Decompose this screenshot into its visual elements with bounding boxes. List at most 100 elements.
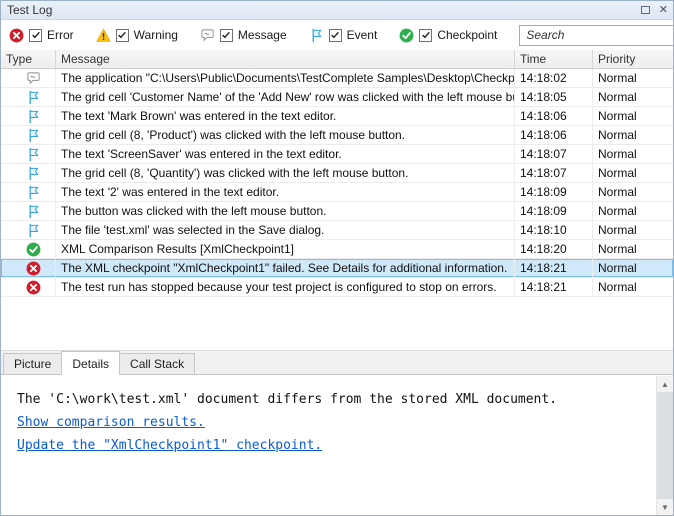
row-priority-cell: Normal — [593, 240, 673, 258]
row-priority-cell: Normal — [593, 278, 673, 296]
row-type-cell — [1, 259, 56, 277]
row-priority-cell: Normal — [593, 107, 673, 125]
table-empty-area — [1, 297, 673, 350]
search-box — [519, 25, 674, 46]
log-row[interactable]: The text 'ScreenSaver' was entered in th… — [1, 145, 673, 164]
log-row[interactable]: The XML checkpoint "XmlCheckpoint1" fail… — [1, 259, 673, 278]
row-type-cell — [1, 221, 56, 239]
row-type-cell — [1, 145, 56, 163]
log-row[interactable]: The test run has stopped because your te… — [1, 278, 673, 297]
row-priority-cell: Normal — [593, 259, 673, 277]
row-message-cell: The application "C:\Users\Public\Documen… — [56, 69, 515, 87]
checkpoint-icon — [26, 242, 41, 257]
scroll-down-icon[interactable]: ▼ — [657, 499, 673, 515]
row-message-cell: The test run has stopped because your te… — [56, 278, 515, 296]
error-icon — [26, 261, 41, 276]
filter-event-label: Event — [347, 28, 378, 42]
row-priority-cell: Normal — [593, 126, 673, 144]
checkpoint-icon — [399, 28, 414, 43]
row-time-cell: 14:18:09 — [515, 183, 593, 201]
log-row[interactable]: The text 'Mark Brown' was entered in the… — [1, 107, 673, 126]
row-message-cell: The text 'ScreenSaver' was entered in th… — [56, 145, 515, 163]
column-header-message[interactable]: Message — [56, 50, 515, 68]
error-icon — [26, 280, 41, 295]
event-checkbox[interactable] — [329, 29, 342, 42]
log-row[interactable]: The grid cell (8, 'Product') was clicked… — [1, 126, 673, 145]
test-log-window: Test Log ✕ Error Warning — [0, 0, 674, 516]
row-type-cell — [1, 183, 56, 201]
float-window-icon[interactable] — [641, 6, 650, 14]
show-comparison-results-link[interactable]: Show comparison results. — [17, 411, 643, 434]
event-icon — [26, 204, 41, 219]
log-row[interactable]: XML Comparison Results [XmlCheckpoint1] … — [1, 240, 673, 259]
log-row[interactable]: The button was clicked with the left mou… — [1, 202, 673, 221]
row-type-cell — [1, 164, 56, 182]
tab-call-stack[interactable]: Call Stack — [119, 353, 195, 374]
event-icon — [26, 128, 41, 143]
log-table-header: Type Message Time Priority — [1, 50, 673, 69]
column-header-type[interactable]: Type — [1, 50, 56, 68]
log-row[interactable]: The application "C:\Users\Public\Documen… — [1, 69, 673, 88]
warning-checkbox[interactable] — [116, 29, 129, 42]
row-time-cell: 14:18:20 — [515, 240, 593, 258]
event-icon — [26, 90, 41, 105]
error-icon — [9, 28, 24, 43]
search-input[interactable] — [526, 28, 673, 42]
row-type-cell — [1, 69, 56, 87]
row-time-cell: 14:18:09 — [515, 202, 593, 220]
message-checkbox[interactable] — [220, 29, 233, 42]
filter-warning-label: Warning — [134, 28, 178, 42]
row-priority-cell: Normal — [593, 202, 673, 220]
row-message-cell: The grid cell (8, 'Quantity') was clicke… — [56, 164, 515, 182]
row-type-cell — [1, 202, 56, 220]
row-message-cell: The text 'Mark Brown' was entered in the… — [56, 107, 515, 125]
column-header-priority[interactable]: Priority — [593, 50, 673, 68]
filter-message: Message — [200, 28, 287, 43]
warning-icon — [96, 28, 111, 43]
row-message-cell: XML Comparison Results [XmlCheckpoint1] — [56, 240, 515, 258]
update-checkpoint-link[interactable]: Update the "XmlCheckpoint1" checkpoint. — [17, 434, 643, 457]
log-row[interactable]: The grid cell (8, 'Quantity') was clicke… — [1, 164, 673, 183]
row-type-cell — [1, 88, 56, 106]
row-type-cell — [1, 240, 56, 258]
log-row[interactable]: The text '2' was entered in the text edi… — [1, 183, 673, 202]
checkpoint-checkbox[interactable] — [419, 29, 432, 42]
column-header-time[interactable]: Time — [515, 50, 593, 68]
row-time-cell: 14:18:06 — [515, 107, 593, 125]
scrollbar-thumb[interactable] — [657, 392, 673, 499]
scroll-up-icon[interactable]: ▲ — [657, 376, 673, 392]
tab-details[interactable]: Details — [61, 351, 120, 375]
row-priority-cell: Normal — [593, 183, 673, 201]
filter-warning: Warning — [96, 28, 178, 43]
row-time-cell: 14:18:05 — [515, 88, 593, 106]
row-type-cell — [1, 278, 56, 296]
event-icon — [26, 185, 41, 200]
message-icon — [26, 71, 41, 86]
close-icon[interactable]: ✕ — [659, 5, 668, 16]
details-scrollbar[interactable]: ▲ ▼ — [656, 376, 673, 515]
title-bar: Test Log ✕ — [1, 1, 673, 20]
filter-event: Event — [309, 28, 378, 43]
row-message-cell: The button was clicked with the left mou… — [56, 202, 515, 220]
bottom-tab-bar: Picture Details Call Stack — [1, 350, 673, 374]
row-time-cell: 14:18:06 — [515, 126, 593, 144]
row-priority-cell: Normal — [593, 69, 673, 87]
log-row[interactable]: The file 'test.xml' was selected in the … — [1, 221, 673, 240]
row-message-cell: The text '2' was entered in the text edi… — [56, 183, 515, 201]
details-content: The 'C:\work\test.xml' document differs … — [1, 375, 673, 457]
row-priority-cell: Normal — [593, 88, 673, 106]
tab-picture[interactable]: Picture — [3, 353, 62, 374]
row-priority-cell: Normal — [593, 164, 673, 182]
error-checkbox[interactable] — [29, 29, 42, 42]
log-rows: The application "C:\Users\Public\Documen… — [1, 69, 673, 297]
row-time-cell: 14:18:02 — [515, 69, 593, 87]
row-time-cell: 14:18:07 — [515, 164, 593, 182]
row-time-cell: 14:18:21 — [515, 278, 593, 296]
row-time-cell: 14:18:10 — [515, 221, 593, 239]
row-message-cell: The grid cell 'Customer Name' of the 'Ad… — [56, 88, 515, 106]
log-row[interactable]: The grid cell 'Customer Name' of the 'Ad… — [1, 88, 673, 107]
row-message-cell: The XML checkpoint "XmlCheckpoint1" fail… — [56, 259, 515, 277]
event-icon — [26, 147, 41, 162]
window-title: Test Log — [7, 3, 641, 17]
row-time-cell: 14:18:21 — [515, 259, 593, 277]
